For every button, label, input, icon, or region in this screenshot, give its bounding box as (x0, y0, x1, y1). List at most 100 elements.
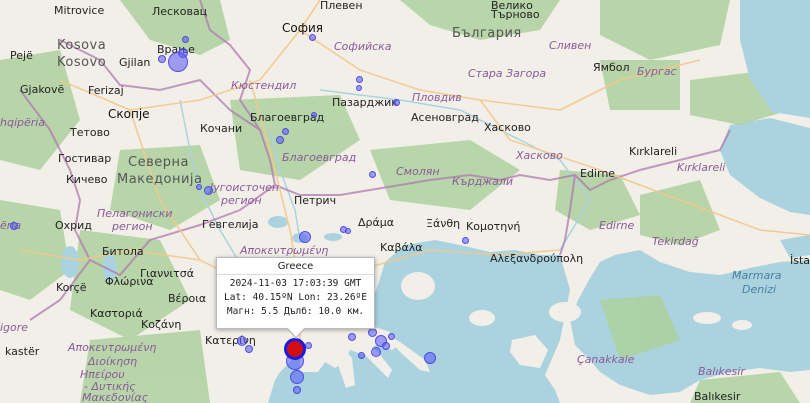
label-haskovo-region: Хасково (516, 149, 563, 162)
popup-magnitude: Магн: 5.5 Дълб: 10.0 км. (226, 306, 365, 317)
quake-marker[interactable] (282, 128, 289, 135)
label-edirne-city: Edirne (580, 167, 616, 180)
label-region-2: регион (112, 220, 153, 233)
label-gore: igore (0, 321, 29, 334)
label-sofia: София (282, 21, 323, 35)
label-yambol: Ямбол (593, 61, 630, 74)
label-kosova: Kosova (57, 38, 107, 53)
quake-marker[interactable] (369, 171, 376, 178)
label-marmara: Marmara (732, 269, 782, 282)
quake-marker[interactable] (388, 333, 395, 340)
quake-marker[interactable] (424, 352, 436, 364)
label-komotini: Κομοτηνή (466, 220, 521, 233)
quake-marker[interactable] (393, 99, 400, 106)
quake-marker[interactable] (305, 342, 312, 349)
label-denizi: Denizi (742, 283, 777, 296)
quake-marker[interactable] (311, 112, 317, 118)
quake-marker[interactable] (345, 228, 351, 234)
label-severna: Северна (128, 155, 189, 170)
label-drama: Δράμα (358, 216, 395, 229)
label-tetovo: Тетово (70, 126, 110, 139)
label-gostivar: Гостивар (58, 152, 112, 165)
label-peje: Pejë (10, 49, 33, 62)
label-pazardzhik: Пазарджик (332, 96, 398, 109)
quake-marker[interactable] (245, 345, 253, 353)
quake-marker[interactable] (356, 85, 362, 91)
quake-marker[interactable] (196, 184, 202, 190)
quake-marker[interactable] (382, 342, 390, 350)
label-veria: Βέροια (168, 292, 207, 305)
popup-title: Greece (217, 258, 374, 275)
quake-marker[interactable] (276, 136, 284, 144)
label-gevgelija: Гевгелија (202, 218, 259, 231)
label-canakkale: Çanakkale (577, 353, 635, 366)
popup-coords: Lat: 40.15ºN Lon: 23.26ºE (224, 292, 367, 303)
quake-marker[interactable] (290, 370, 304, 384)
label-alexandroupoli: Αλεξανδρούπολη (490, 252, 584, 265)
label-apokentromeni: Αποκεντρωμένη (240, 244, 329, 257)
label-gjilan: Gjilan (119, 56, 151, 69)
label-pelagoniski: Пелагониски (97, 207, 173, 220)
label-mitrovice: Mitrovice (54, 4, 105, 17)
quake-marker[interactable] (462, 237, 469, 244)
quake-marker[interactable] (309, 34, 316, 41)
label-kochani: Кочани (200, 122, 243, 135)
label-shqiperia: hqipëria (0, 116, 46, 129)
label-bulgaria: България (452, 26, 522, 41)
label-pleven: Плевен (320, 0, 363, 12)
quake-marker[interactable] (293, 386, 301, 394)
quake-marker[interactable] (356, 76, 363, 83)
quake-marker[interactable] (237, 336, 247, 346)
label-stara-zagora: Стара Загора (468, 67, 547, 80)
label-bitola: Битола (102, 245, 144, 258)
label-ferizaj: Ferizaj (88, 84, 124, 97)
label-kosovo: Kosovo (57, 55, 107, 70)
quake-marker[interactable] (371, 347, 381, 357)
label-gjakove: Gjakovë (20, 83, 65, 96)
quake-marker[interactable] (10, 222, 18, 230)
quake-marker[interactable] (299, 231, 311, 243)
label-florina: Φλώρινα (105, 275, 154, 288)
label-kichevo: Кичево (66, 173, 108, 186)
quake-marker[interactable] (168, 52, 188, 72)
label-kardzhali: Кърджали (452, 175, 513, 188)
label-kaster: kastër (5, 345, 40, 358)
label-sliven: Сливен (549, 39, 592, 52)
selected-quake-marker[interactable] (284, 338, 306, 360)
label-makedonias: Μακεδονίας (82, 391, 149, 403)
label-tarnovo: Търново (491, 8, 540, 21)
label-smolyan: Смолян (396, 165, 440, 178)
label-blagoevgrad-region: Благоевград (282, 151, 357, 164)
label-kyustendil: Кюстендил (231, 79, 297, 92)
label-makedonija: Македонија (117, 172, 203, 187)
quake-marker[interactable] (158, 55, 166, 63)
label-apokentromeni-2: Αποκεντρωμένη (68, 341, 157, 354)
quake-info-popup: Greece 2024-11-03 17:03:39 GMT Lat: 40.1… (216, 257, 375, 339)
map[interactable]: Mitrovice Лесковац Плевен Велико Търново… (0, 0, 810, 403)
label-burgas: Бургас (637, 65, 677, 78)
quake-marker[interactable] (368, 328, 377, 337)
label-tekirdag: Tekirdağ (652, 235, 699, 248)
label-region-1: регион (221, 194, 262, 207)
label-balikesir-prov: Balıkesir (698, 365, 745, 378)
label-xanthi: Ξάνθη (426, 217, 461, 230)
label-balikesir: Balıkesir (694, 390, 741, 403)
popup-tip (288, 328, 304, 337)
label-istanbul: İsta (790, 254, 810, 267)
label-sofiyska: Софийска (334, 40, 392, 53)
label-korce: Korçë (56, 281, 87, 294)
popup-time: 2024-11-03 17:03:39 GMT (229, 278, 362, 289)
label-yugoistochen: Југоисточен (210, 181, 280, 194)
label-leskovac: Лесковац (152, 5, 208, 18)
label-petrich: Петрич (294, 194, 337, 207)
quake-marker[interactable] (358, 352, 365, 359)
label-kirklareli-city: Kırklareli (629, 145, 678, 158)
label-edirne-prov: Edirne (599, 219, 635, 232)
label-skopje: Скопје (108, 107, 150, 121)
quake-marker[interactable] (204, 186, 213, 195)
label-kozani: Κοζάνη (141, 318, 182, 331)
quake-marker[interactable] (348, 333, 356, 341)
label-dioikisi: Διοίκηση (88, 355, 138, 368)
label-plovdiv: Пловдив (412, 91, 462, 104)
quake-marker[interactable] (182, 36, 189, 43)
